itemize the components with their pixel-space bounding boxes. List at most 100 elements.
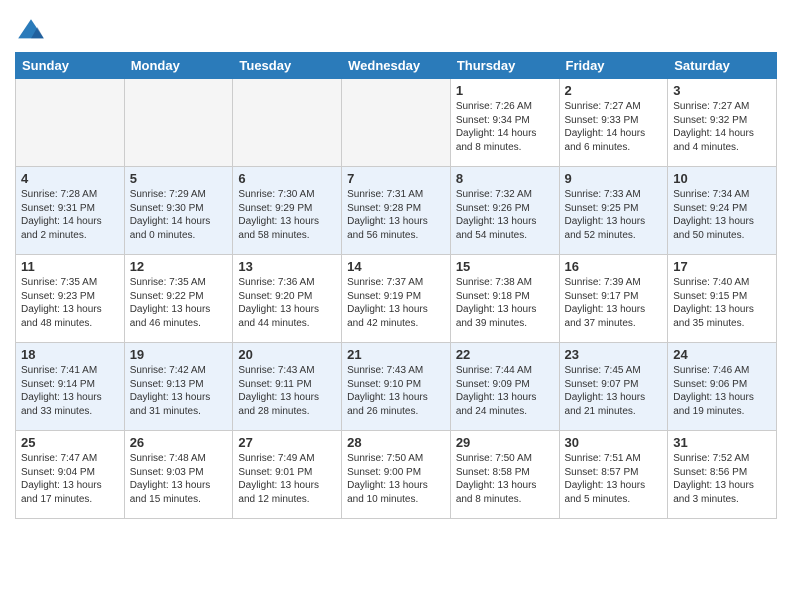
day-number: 9 [565, 171, 663, 186]
day-header-sunday: Sunday [16, 53, 125, 79]
cell-sun-info: Sunrise: 7:47 AM Sunset: 9:04 PM Dayligh… [21, 452, 119, 506]
cell-sun-info: Sunrise: 7:48 AM Sunset: 9:03 PM Dayligh… [130, 452, 228, 506]
cell-sun-info: Sunrise: 7:29 AM Sunset: 9:30 PM Dayligh… [130, 188, 228, 242]
day-number: 23 [565, 347, 663, 362]
logo [15, 16, 51, 48]
calendar-cell: 29 Sunrise: 7:50 AM Sunset: 8:58 PM Dayli… [450, 431, 559, 519]
day-number: 18 [21, 347, 119, 362]
calendar-cell: 21 Sunrise: 7:43 AM Sunset: 9:10 PM Dayli… [342, 343, 451, 431]
day-number: 31 [673, 435, 771, 450]
day-number: 3 [673, 83, 771, 98]
calendar-week-5: 25 Sunrise: 7:47 AM Sunset: 9:04 PM Dayli… [16, 431, 777, 519]
cell-sun-info: Sunrise: 7:46 AM Sunset: 9:06 PM Dayligh… [673, 364, 771, 418]
cell-sun-info: Sunrise: 7:38 AM Sunset: 9:18 PM Dayligh… [456, 276, 554, 330]
day-number: 25 [21, 435, 119, 450]
calendar-cell [342, 79, 451, 167]
calendar-week-4: 18Sunrise: 7:41 AM Sunset: 9:14 PM Dayli… [16, 343, 777, 431]
cell-sun-info: Sunrise: 7:51 AM Sunset: 8:57 PM Dayligh… [565, 452, 663, 506]
calendar-cell: 20 Sunrise: 7:43 AM Sunset: 9:11 PM Dayli… [233, 343, 342, 431]
cell-sun-info: Sunrise: 7:35 AM Sunset: 9:22 PM Dayligh… [130, 276, 228, 330]
calendar-cell: 9 Sunrise: 7:33 AM Sunset: 9:25 PM Daylig… [559, 167, 668, 255]
cell-sun-info: Sunrise: 7:31 AM Sunset: 9:28 PM Dayligh… [347, 188, 445, 242]
day-number: 13 [238, 259, 336, 274]
day-number: 27 [238, 435, 336, 450]
day-number: 1 [456, 83, 554, 98]
day-number: 26 [130, 435, 228, 450]
day-number: 29 [456, 435, 554, 450]
calendar-cell: 15 Sunrise: 7:38 AM Sunset: 9:18 PM Dayli… [450, 255, 559, 343]
calendar-cell: 26 Sunrise: 7:48 AM Sunset: 9:03 PM Dayli… [124, 431, 233, 519]
day-number: 21 [347, 347, 445, 362]
calendar-cell: 3 Sunrise: 7:27 AM Sunset: 9:32 PM Daylig… [668, 79, 777, 167]
cell-sun-info: Sunrise: 7:26 AM Sunset: 9:34 PM Dayligh… [456, 100, 554, 154]
day-number: 14 [347, 259, 445, 274]
cell-sun-info: Sunrise: 7:43 AM Sunset: 9:10 PM Dayligh… [347, 364, 445, 418]
cell-sun-info: Sunrise: 7:39 AM Sunset: 9:17 PM Dayligh… [565, 276, 663, 330]
cell-sun-info: Sunrise: 7:50 AM Sunset: 9:00 PM Dayligh… [347, 452, 445, 506]
cell-sun-info: Sunrise: 7:34 AM Sunset: 9:24 PM Dayligh… [673, 188, 771, 242]
day-number: 16 [565, 259, 663, 274]
day-number: 19 [130, 347, 228, 362]
calendar-cell [124, 79, 233, 167]
calendar-cell: 23 Sunrise: 7:45 AM Sunset: 9:07 PM Dayli… [559, 343, 668, 431]
day-number: 10 [673, 171, 771, 186]
cell-sun-info: Sunrise: 7:28 AM Sunset: 9:31 PM Dayligh… [21, 188, 119, 242]
calendar-cell: 28 Sunrise: 7:50 AM Sunset: 9:00 PM Dayli… [342, 431, 451, 519]
calendar-cell: 30Sunrise: 7:51 AM Sunset: 8:57 PM Dayli… [559, 431, 668, 519]
calendar-cell: 19 Sunrise: 7:42 AM Sunset: 9:13 PM Dayli… [124, 343, 233, 431]
calendar-cell: 24 Sunrise: 7:46 AM Sunset: 9:06 PM Dayli… [668, 343, 777, 431]
weekday-header-row: SundayMondayTuesdayWednesdayThursdayFrid… [16, 53, 777, 79]
day-number: 17 [673, 259, 771, 274]
calendar-cell: 14 Sunrise: 7:37 AM Sunset: 9:19 PM Dayli… [342, 255, 451, 343]
day-number: 4 [21, 171, 119, 186]
day-header-saturday: Saturday [668, 53, 777, 79]
cell-sun-info: Sunrise: 7:27 AM Sunset: 9:33 PM Dayligh… [565, 100, 663, 154]
cell-sun-info: Sunrise: 7:43 AM Sunset: 9:11 PM Dayligh… [238, 364, 336, 418]
cell-sun-info: Sunrise: 7:42 AM Sunset: 9:13 PM Dayligh… [130, 364, 228, 418]
calendar-week-1: 1 Sunrise: 7:26 AM Sunset: 9:34 PM Daylig… [16, 79, 777, 167]
day-number: 5 [130, 171, 228, 186]
cell-sun-info: Sunrise: 7:27 AM Sunset: 9:32 PM Dayligh… [673, 100, 771, 154]
cell-sun-info: Sunrise: 7:40 AM Sunset: 9:15 PM Dayligh… [673, 276, 771, 330]
day-number: 7 [347, 171, 445, 186]
calendar-cell: 18Sunrise: 7:41 AM Sunset: 9:14 PM Dayli… [16, 343, 125, 431]
day-number: 24 [673, 347, 771, 362]
day-number: 2 [565, 83, 663, 98]
calendar-cell: 6Sunrise: 7:30 AM Sunset: 9:29 PM Daylig… [233, 167, 342, 255]
day-header-tuesday: Tuesday [233, 53, 342, 79]
calendar-cell: 5 Sunrise: 7:29 AM Sunset: 9:30 PM Daylig… [124, 167, 233, 255]
calendar-cell: 27 Sunrise: 7:49 AM Sunset: 9:01 PM Dayli… [233, 431, 342, 519]
cell-sun-info: Sunrise: 7:50 AM Sunset: 8:58 PM Dayligh… [456, 452, 554, 506]
calendar-cell [16, 79, 125, 167]
day-number: 22 [456, 347, 554, 362]
day-number: 28 [347, 435, 445, 450]
calendar-table: SundayMondayTuesdayWednesdayThursdayFrid… [15, 52, 777, 519]
cell-sun-info: Sunrise: 7:33 AM Sunset: 9:25 PM Dayligh… [565, 188, 663, 242]
header [15, 10, 777, 48]
cell-sun-info: Sunrise: 7:49 AM Sunset: 9:01 PM Dayligh… [238, 452, 336, 506]
cell-sun-info: Sunrise: 7:36 AM Sunset: 9:20 PM Dayligh… [238, 276, 336, 330]
calendar-cell: 31 Sunrise: 7:52 AM Sunset: 8:56 PM Dayli… [668, 431, 777, 519]
day-header-thursday: Thursday [450, 53, 559, 79]
cell-sun-info: Sunrise: 7:44 AM Sunset: 9:09 PM Dayligh… [456, 364, 554, 418]
day-header-wednesday: Wednesday [342, 53, 451, 79]
cell-sun-info: Sunrise: 7:52 AM Sunset: 8:56 PM Dayligh… [673, 452, 771, 506]
day-number: 15 [456, 259, 554, 274]
day-number: 11 [21, 259, 119, 274]
calendar-cell: 4 Sunrise: 7:28 AM Sunset: 9:31 PM Daylig… [16, 167, 125, 255]
calendar-cell: 17 Sunrise: 7:40 AM Sunset: 9:15 PM Dayli… [668, 255, 777, 343]
calendar-cell: 12Sunrise: 7:35 AM Sunset: 9:22 PM Dayli… [124, 255, 233, 343]
cell-sun-info: Sunrise: 7:37 AM Sunset: 9:19 PM Dayligh… [347, 276, 445, 330]
calendar-cell [233, 79, 342, 167]
calendar-cell: 11 Sunrise: 7:35 AM Sunset: 9:23 PM Dayli… [16, 255, 125, 343]
cell-sun-info: Sunrise: 7:45 AM Sunset: 9:07 PM Dayligh… [565, 364, 663, 418]
cell-sun-info: Sunrise: 7:35 AM Sunset: 9:23 PM Dayligh… [21, 276, 119, 330]
day-number: 6 [238, 171, 336, 186]
day-number: 20 [238, 347, 336, 362]
calendar-week-2: 4 Sunrise: 7:28 AM Sunset: 9:31 PM Daylig… [16, 167, 777, 255]
calendar-cell: 8Sunrise: 7:32 AM Sunset: 9:26 PM Daylig… [450, 167, 559, 255]
calendar-cell: 22 Sunrise: 7:44 AM Sunset: 9:09 PM Dayli… [450, 343, 559, 431]
calendar-cell: 7 Sunrise: 7:31 AM Sunset: 9:28 PM Daylig… [342, 167, 451, 255]
calendar-cell: 2 Sunrise: 7:27 AM Sunset: 9:33 PM Daylig… [559, 79, 668, 167]
logo-icon [15, 16, 47, 48]
